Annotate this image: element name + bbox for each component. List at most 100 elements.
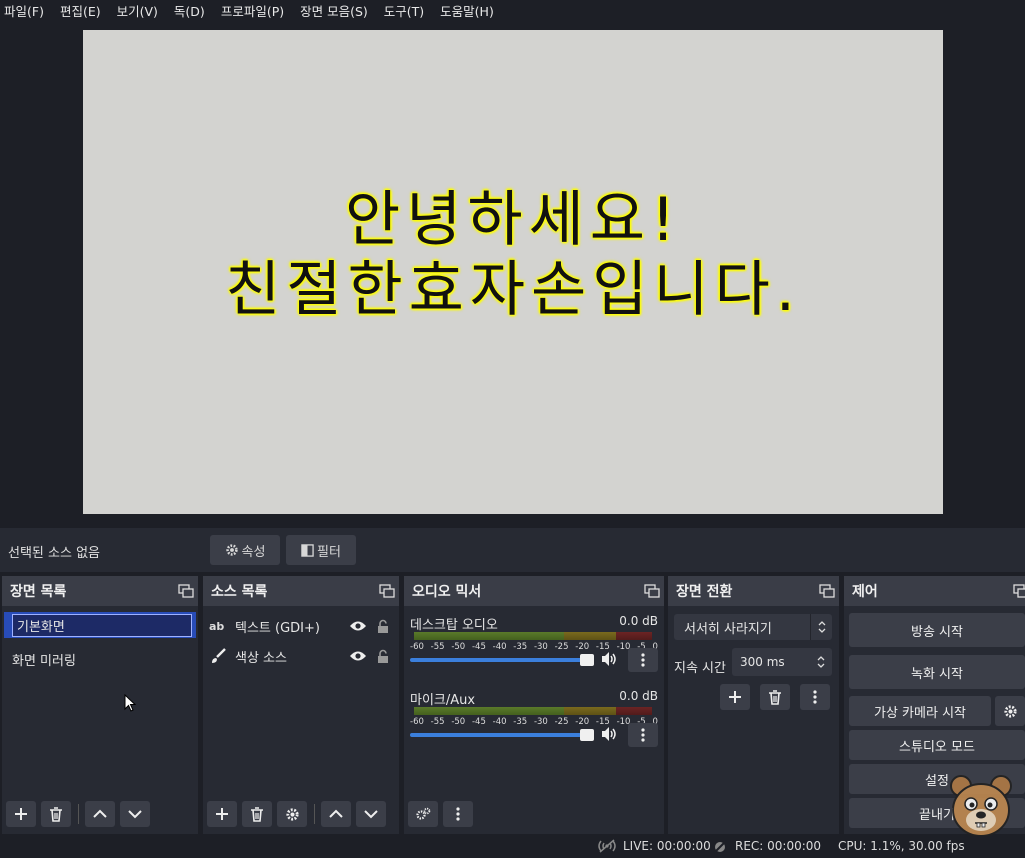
toolbar-separator: [78, 804, 79, 824]
volume-meter: [414, 707, 652, 715]
trash-icon: [251, 806, 263, 822]
menu-file[interactable]: 파일(F): [4, 1, 44, 20]
mixer-toolbar: [404, 794, 664, 834]
gears-icon: [416, 807, 431, 820]
sources-toolbar: [203, 794, 399, 834]
menu-scene-collection[interactable]: 장면 모음(S): [300, 1, 368, 20]
sources-dock: 소스 목록 ab 텍스트 (GDI+) 색상 소스: [203, 576, 399, 834]
lock-icon[interactable]: [377, 619, 389, 634]
undock-icon[interactable]: [644, 584, 660, 598]
undock-icon[interactable]: [819, 584, 835, 598]
eye-icon[interactable]: [349, 650, 367, 662]
virtual-camera-settings-button[interactable]: [995, 696, 1025, 726]
volume-slider[interactable]: [410, 654, 594, 666]
chevron-down-icon: [364, 810, 378, 819]
gear-icon: [225, 544, 238, 556]
chevron-up-icon: [93, 809, 107, 818]
add-scene-button[interactable]: [6, 801, 36, 827]
record-off-icon: [713, 840, 727, 854]
trash-icon: [50, 806, 62, 822]
menu-view[interactable]: 보기(V): [117, 1, 158, 20]
preview-text-line2: 친절한효자손입니다.: [225, 255, 801, 325]
transitions-toolbar: [720, 684, 835, 710]
filters-button[interactable]: 필터: [286, 535, 356, 565]
move-scene-up-button[interactable]: [85, 801, 115, 827]
updown-arrow-icon: [810, 614, 832, 640]
sources-dock-header: 소스 목록: [203, 576, 399, 606]
undock-icon[interactable]: [178, 584, 194, 598]
source-toolbar: 선택된 소스 없음 속성 필터: [0, 528, 1025, 572]
source-item-text[interactable]: ab 텍스트 (GDI+): [209, 612, 393, 640]
start-streaming-button[interactable]: 방송 시작: [849, 613, 1025, 647]
properties-button[interactable]: 속성: [210, 535, 280, 565]
toolbar-separator: [314, 804, 315, 824]
eye-icon[interactable]: [349, 620, 367, 632]
source-properties-button[interactable]: [277, 801, 307, 827]
remove-source-button[interactable]: [242, 801, 272, 827]
speaker-icon[interactable]: [600, 650, 618, 668]
add-source-button[interactable]: [207, 801, 237, 827]
studio-mode-button[interactable]: 스튜디오 모드: [849, 730, 1025, 760]
mixer-channels: 데스크탑 오디오 0.0 dB -60 -55 -50 -45 -40 -35 -30 -25…: [404, 606, 664, 834]
live-timer: LIVE: 00:00:00: [623, 839, 711, 853]
channel-menu-button[interactable]: [628, 723, 658, 747]
preview-canvas[interactable]: 안녕하세요! 친절한효자손입니다.: [83, 30, 943, 514]
audio-mixer-dock-header: 오디오 믹서: [404, 576, 664, 606]
start-recording-button[interactable]: 녹화 시작: [849, 655, 1025, 689]
scene-item-default[interactable]: 기본화면: [4, 612, 196, 638]
add-transition-button[interactable]: [720, 684, 750, 710]
status-bar: LIVE: 00:00:00 REC: 00:00:00 CPU: 1.1%, …: [0, 836, 1025, 858]
speaker-icon[interactable]: [600, 725, 618, 743]
transition-select[interactable]: 서서히 사라지기: [674, 614, 832, 640]
menu-docks[interactable]: 독(D): [174, 1, 205, 20]
menu-bar: 파일(F) 편집(E) 보기(V) 독(D) 프로파일(P) 장면 모음(S) …: [0, 0, 1025, 20]
duration-spinbox[interactable]: 300 ms: [732, 648, 832, 676]
kebab-icon: [456, 807, 460, 821]
no-source-label: 선택된 소스 없음: [8, 546, 100, 561]
advanced-audio-button[interactable]: [408, 801, 438, 827]
volume-slider[interactable]: [410, 729, 594, 741]
slider-handle[interactable]: [580, 729, 594, 741]
mixer-channel-mic: 마이크/Aux 0.0 dB -60 -55 -50 -45 -40 -35 -30 -25-…: [410, 689, 658, 759]
slider-handle[interactable]: [580, 654, 594, 666]
scenes-toolbar: [2, 794, 198, 834]
scene-item-mirroring[interactable]: 화면 미러링: [4, 646, 196, 672]
plus-icon: [216, 808, 228, 820]
broadcast-off-icon: [598, 839, 616, 853]
cpu-fps: CPU: 1.1%, 30.00 fps: [838, 839, 965, 853]
preview-text-line1: 안녕하세요!: [344, 185, 682, 255]
move-scene-down-button[interactable]: [120, 801, 150, 827]
filter-icon: [301, 543, 314, 557]
source-item-color[interactable]: 색상 소스: [209, 642, 393, 670]
move-source-down-button[interactable]: [356, 801, 386, 827]
channel-menu-button[interactable]: [628, 648, 658, 672]
mixer-menu-button[interactable]: [443, 801, 473, 827]
source-list: ab 텍스트 (GDI+) 색상 소스: [203, 606, 399, 834]
text-source-icon: ab: [209, 619, 225, 633]
undock-icon[interactable]: [379, 584, 395, 598]
remove-scene-button[interactable]: [41, 801, 71, 827]
rec-timer: REC: 00:00:00: [735, 839, 822, 853]
menu-tools[interactable]: 도구(T): [384, 1, 424, 20]
lock-icon[interactable]: [377, 649, 389, 664]
menu-help[interactable]: 도움말(H): [440, 1, 494, 20]
meter-ticks: -60 -55 -50 -45 -40 -35 -30 -25 -20 -15 -10 -5 0: [410, 717, 658, 727]
move-source-up-button[interactable]: [321, 801, 351, 827]
transitions-dock: 장면 전환 서서히 사라지기 지속 시간 300 ms: [668, 576, 839, 834]
menu-profile[interactable]: 프로파일(P): [221, 1, 284, 20]
menu-edit[interactable]: 편집(E): [60, 1, 101, 20]
scenes-dock: 장면 목록 기본화면 화면 미러링: [2, 576, 198, 834]
kebab-icon: [641, 728, 645, 742]
undock-icon[interactable]: [1013, 584, 1025, 598]
preview-text: 안녕하세요! 친절한효자손입니다.: [83, 185, 943, 325]
chevron-up-icon: [329, 809, 343, 818]
start-virtual-camera-button[interactable]: 가상 카메라 시작: [849, 696, 991, 726]
spin-arrows-icon[interactable]: [810, 648, 832, 676]
transitions-body: 서서히 사라지기 지속 시간 300 ms: [668, 606, 839, 834]
trash-icon: [769, 689, 781, 705]
transition-menu-button[interactable]: [800, 684, 830, 710]
duration-label: 지속 시간: [674, 661, 726, 676]
scene-list: 기본화면 화면 미러링: [2, 606, 198, 834]
kebab-icon: [813, 690, 817, 704]
remove-transition-button[interactable]: [760, 684, 790, 710]
